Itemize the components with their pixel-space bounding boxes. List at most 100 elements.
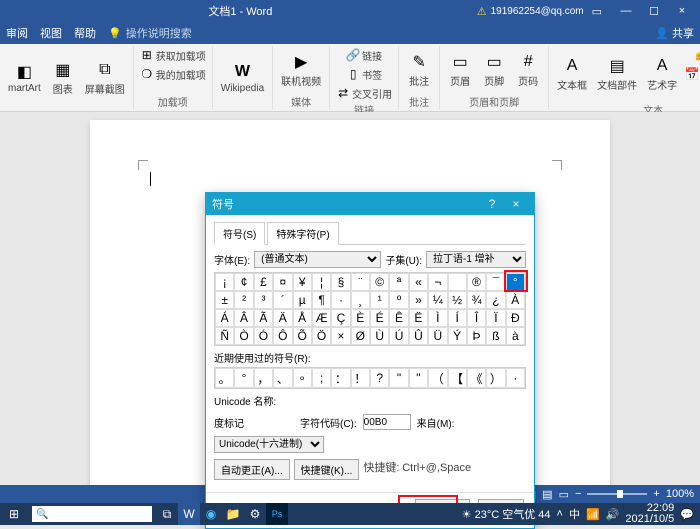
symbol-cell[interactable]: È (351, 309, 370, 327)
tab-help[interactable]: 帮助 (74, 25, 96, 41)
symbol-cell[interactable]: Î (467, 309, 486, 327)
from-select[interactable]: Unicode(十六进制) (214, 436, 324, 453)
close-button[interactable]: × (668, 0, 696, 22)
photoshop-taskbar-icon[interactable]: Ps (266, 503, 288, 525)
recent-symbol-cell[interactable]: 《 (467, 368, 486, 388)
smartart-button[interactable]: ◧martArt (4, 46, 45, 109)
symbol-cell[interactable]: « (409, 273, 428, 291)
screenshot-button[interactable]: ⧉屏幕截图 (81, 46, 129, 109)
zoom-slider[interactable] (587, 493, 647, 495)
symbol-cell[interactable]: Ñ (215, 327, 234, 345)
tab-view[interactable]: 视图 (40, 25, 62, 41)
symbol-cell[interactable]: ¤ (273, 273, 292, 291)
start-button[interactable]: ⊞ (0, 507, 28, 521)
font-select[interactable]: (普通文本) (254, 251, 381, 268)
recent-symbol-cell[interactable]: 【 (448, 368, 467, 388)
symbol-cell[interactable]: Ô (273, 327, 292, 345)
symbol-cell[interactable]: Ú (389, 327, 408, 345)
symbol-cell[interactable]: ® (467, 273, 486, 291)
task-view-icon[interactable]: ⧉ (156, 503, 178, 525)
ribbon-opts-icon[interactable]: ▭ (592, 5, 602, 18)
recent-symbol-cell[interactable]: ， (254, 368, 273, 388)
weather-widget[interactable]: ☀ 23°C 空气优 44 (462, 506, 551, 522)
ime-indicator[interactable]: 中 (569, 506, 580, 522)
symbol-cell[interactable]: ° (506, 273, 525, 291)
symbol-cell[interactable]: ¬ (428, 273, 447, 291)
recent-symbol-cell[interactable]: ; (312, 368, 331, 388)
chart-button[interactable]: ▦图表 (47, 46, 79, 109)
symbol-cell[interactable]: ¢ (234, 273, 253, 291)
tab-special-chars[interactable]: 特殊字符(P) (267, 222, 338, 245)
symbol-cell[interactable]: ¿ (486, 291, 505, 309)
symbol-cell[interactable]: ¸ (351, 291, 370, 309)
symbol-cell[interactable]: Õ (293, 327, 312, 345)
symbol-cell[interactable]: Ì (428, 309, 447, 327)
symbol-cell[interactable]: Ù (370, 327, 389, 345)
zoom-level[interactable]: 100% (666, 488, 694, 500)
recent-symbol-cell[interactable]: ： (331, 368, 350, 388)
zoom-out-button[interactable]: − (575, 488, 581, 500)
zoom-in-button[interactable]: + (653, 488, 659, 500)
recent-symbol-cell[interactable]: 、 (273, 368, 292, 388)
autocorrect-button[interactable]: 自动更正(A)... (214, 459, 290, 480)
recent-symbol-cell[interactable]: ° (234, 368, 253, 388)
symbol-cell[interactable]: ¶ (312, 291, 331, 309)
dialog-titlebar[interactable]: 符号 ? × (206, 193, 534, 215)
online-video-button[interactable]: ▶联机视频 (277, 46, 325, 94)
symbol-cell[interactable]: ­ (448, 273, 467, 291)
signature-button[interactable]: ✍签名行 (683, 46, 700, 64)
symbol-cell[interactable]: ¦ (312, 273, 331, 291)
user-email[interactable]: 191962254@qq.com (491, 6, 584, 17)
taskbar-search[interactable]: 🔍 (32, 506, 152, 522)
symbol-cell[interactable]: Ü (428, 327, 447, 345)
footer-button[interactable]: ▭页脚 (478, 46, 510, 94)
view-web-icon[interactable]: ▭ (559, 488, 569, 501)
link-button[interactable]: 🔗链接 (334, 46, 394, 64)
symbol-cell[interactable]: § (331, 273, 350, 291)
symbol-cell[interactable]: × (331, 327, 350, 345)
explorer-taskbar-icon[interactable]: 📁 (222, 503, 244, 525)
symbol-cell[interactable]: © (370, 273, 389, 291)
recent-symbol-cell[interactable]: （ (428, 368, 447, 388)
notifications-icon[interactable]: 💬 (680, 508, 694, 521)
symbol-cell[interactable]: ± (215, 291, 234, 309)
edge-taskbar-icon[interactable]: ◉ (200, 503, 222, 525)
charcode-input[interactable] (363, 414, 411, 430)
recent-symbol-cell[interactable]: " (389, 368, 408, 388)
comment-button[interactable]: ✎批注 (403, 46, 435, 94)
datetime-button[interactable]: 📅日期和时间 (683, 65, 700, 83)
maximize-button[interactable]: ☐ (640, 0, 668, 22)
symbol-cell[interactable]: Ð (506, 309, 525, 327)
volume-icon[interactable]: 🔊 (606, 508, 620, 521)
symbol-cell[interactable]: Á (215, 309, 234, 327)
view-read-icon[interactable]: ▤ (542, 488, 552, 501)
quickparts-button[interactable]: ▤文档部件 (593, 46, 641, 102)
settings-taskbar-icon[interactable]: ⚙ (244, 503, 266, 525)
tab-symbols[interactable]: 符号(S) (214, 222, 265, 245)
textbox-button[interactable]: A文本框 (553, 46, 591, 102)
symbol-cell[interactable]: Â (234, 309, 253, 327)
symbol-cell[interactable]: ¹ (370, 291, 389, 309)
recent-symbol-cell[interactable]: ！ (351, 368, 370, 388)
symbol-cell[interactable]: Ã (254, 309, 273, 327)
wifi-icon[interactable]: 📶 (586, 508, 600, 521)
symbol-cell[interactable]: Ê (389, 309, 408, 327)
symbol-cell[interactable]: Ý (448, 327, 467, 345)
symbol-cell[interactable]: ¡ (215, 273, 234, 291)
symbol-cell[interactable]: Þ (467, 327, 486, 345)
symbol-cell[interactable]: £ (254, 273, 273, 291)
symbol-cell[interactable]: ß (486, 327, 505, 345)
my-addins-button[interactable]: ❍我的加载项 (138, 65, 208, 83)
symbol-cell[interactable]: ¥ (293, 273, 312, 291)
symbol-cell[interactable]: ª (389, 273, 408, 291)
recent-symbol-cell[interactable]: ∘ (293, 368, 312, 388)
symbol-cell[interactable]: Ï (486, 309, 505, 327)
symbol-cell[interactable]: ´ (273, 291, 292, 309)
symbol-cell[interactable]: Å (293, 309, 312, 327)
symbol-cell[interactable]: Í (448, 309, 467, 327)
symbol-cell[interactable]: É (370, 309, 389, 327)
symbol-cell[interactable]: ¨ (351, 273, 370, 291)
tray-chevron-icon[interactable]: ˄ (557, 508, 563, 520)
header-button[interactable]: ▭页眉 (444, 46, 476, 94)
symbol-cell[interactable]: Û (409, 327, 428, 345)
